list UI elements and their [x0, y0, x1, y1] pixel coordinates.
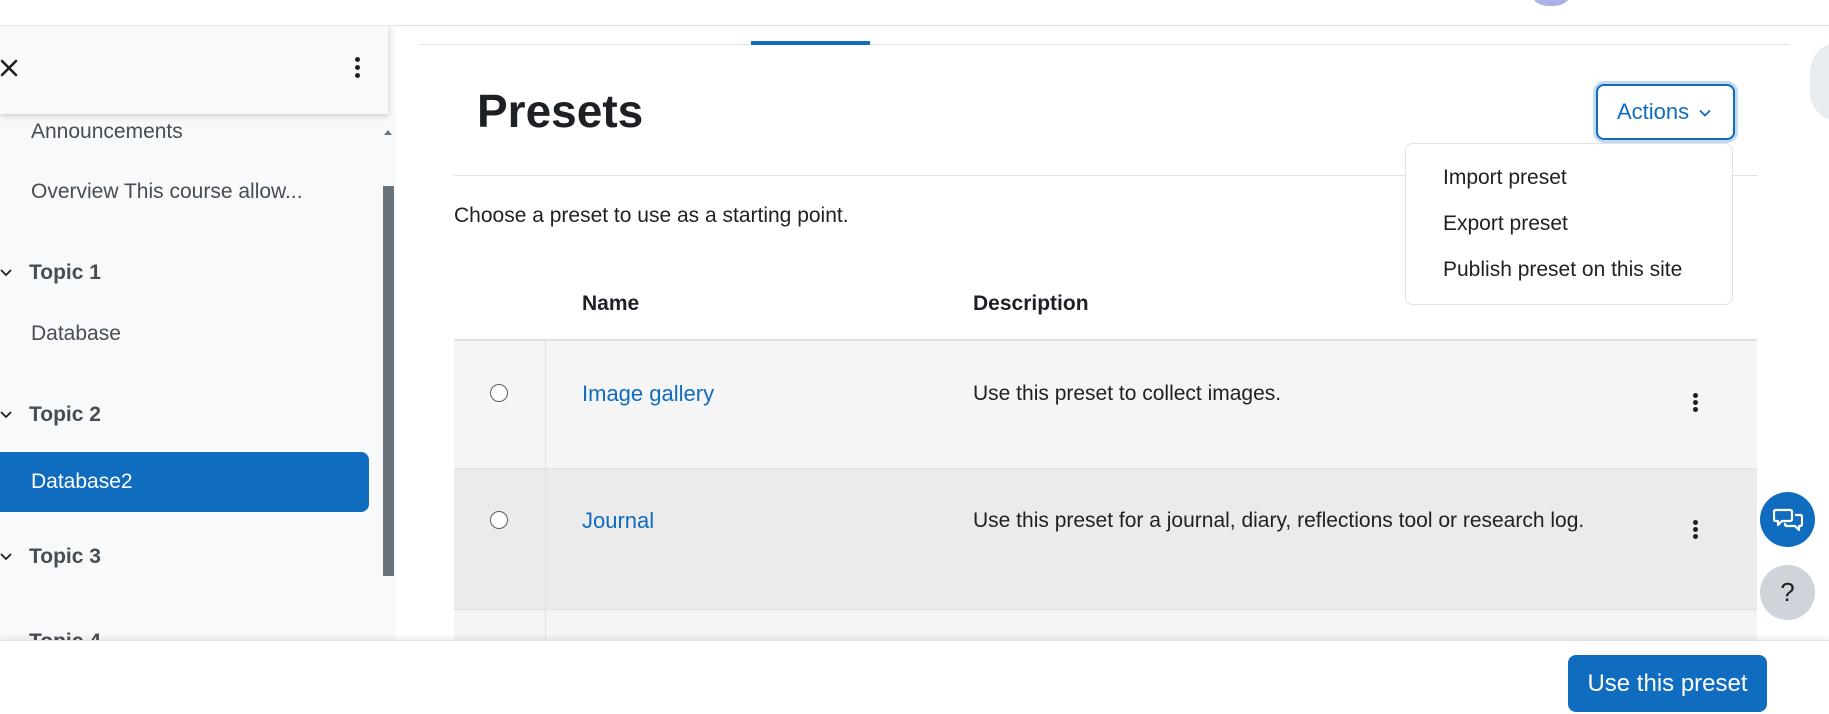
preset-name-link[interactable]: Journal [582, 508, 654, 534]
chevron-down-icon [1699, 99, 1711, 125]
course-index-drawer: Announcements Overview This course allow… [0, 26, 396, 640]
active-tab-indicator [751, 41, 870, 45]
chevron-down-icon[interactable] [0, 551, 12, 563]
course-index-item[interactable]: Database [0, 316, 370, 352]
column-separator [545, 610, 546, 640]
column-separator [545, 341, 546, 468]
section-label: Topic 2 [29, 403, 101, 426]
chevron-down-icon[interactable] [0, 409, 12, 421]
preset-description: Use this preset for a journal, diary, re… [973, 509, 1585, 532]
close-drawer-button[interactable] [0, 54, 22, 82]
drawer-scrollbar[interactable] [380, 120, 396, 640]
preset-description: Use this preset to collect images. [973, 382, 1282, 405]
help-button[interactable]: ? [1760, 565, 1815, 620]
actions-dropdown-menu: Import preset Export preset Publish pres… [1405, 143, 1733, 305]
close-icon [0, 59, 18, 77]
course-index-list: Announcements Overview This course allow… [0, 114, 380, 640]
preset-name-link[interactable]: Image gallery [582, 381, 714, 407]
drawer-header [0, 26, 388, 114]
row-actions-button[interactable] [1690, 391, 1700, 419]
column-separator [545, 469, 546, 609]
section-label: Topic 3 [29, 545, 101, 568]
secondary-nav-line [420, 44, 1790, 45]
course-section-topic-2[interactable]: Topic 2 [0, 397, 370, 433]
table-row: Journal Use this preset for a journal, d… [454, 469, 1757, 610]
select-radio[interactable] [490, 511, 508, 529]
chevron-down-icon[interactable] [0, 267, 12, 279]
course-section-topic-3[interactable]: Topic 3 [0, 539, 370, 575]
menu-item-export-preset[interactable]: Export preset [1443, 212, 1568, 236]
drawer-toggle-button[interactable] [1810, 42, 1829, 122]
menu-item-publish-preset[interactable]: Publish preset on this site [1443, 258, 1682, 282]
course-index-item[interactable]: Announcements [0, 114, 370, 150]
user-avatar[interactable] [1528, 0, 1574, 6]
table-row: Image gallery Use this preset to collect… [454, 341, 1757, 469]
menu-item-import-preset[interactable]: Import preset [1443, 166, 1567, 190]
use-this-preset-button[interactable]: Use this preset [1568, 655, 1767, 712]
column-header-description: Description [973, 292, 1089, 315]
actions-button[interactable]: Actions [1596, 84, 1735, 140]
top-navbar [0, 0, 1829, 26]
kebab-icon [346, 57, 368, 78]
course-index-item[interactable]: Overview This course allow... [0, 174, 370, 210]
column-header-name: Name [582, 292, 640, 315]
course-index-item-active[interactable]: Database2 [0, 452, 369, 512]
messaging-button[interactable] [1760, 492, 1815, 547]
page-title: Presets [477, 85, 644, 137]
course-section-topic-4[interactable]: Topic 4 [29, 630, 101, 640]
kebab-icon [1690, 520, 1700, 539]
section-label: Topic 1 [29, 261, 101, 284]
sticky-footer: Use this preset [0, 640, 1829, 714]
scroll-up-arrow[interactable] [384, 130, 392, 135]
kebab-icon [1690, 393, 1700, 412]
select-radio[interactable] [490, 384, 508, 402]
actions-label: Actions [1617, 99, 1690, 124]
intro-text: Choose a preset to use as a starting poi… [454, 204, 849, 227]
chat-icon [1772, 508, 1803, 531]
row-actions-button[interactable] [1690, 518, 1700, 546]
table-row [454, 610, 1757, 640]
help-icon: ? [1780, 577, 1795, 607]
scrollbar-thumb[interactable] [383, 186, 394, 576]
drawer-options-button[interactable] [346, 54, 368, 84]
course-section-topic-1[interactable]: Topic 1 [0, 255, 370, 291]
